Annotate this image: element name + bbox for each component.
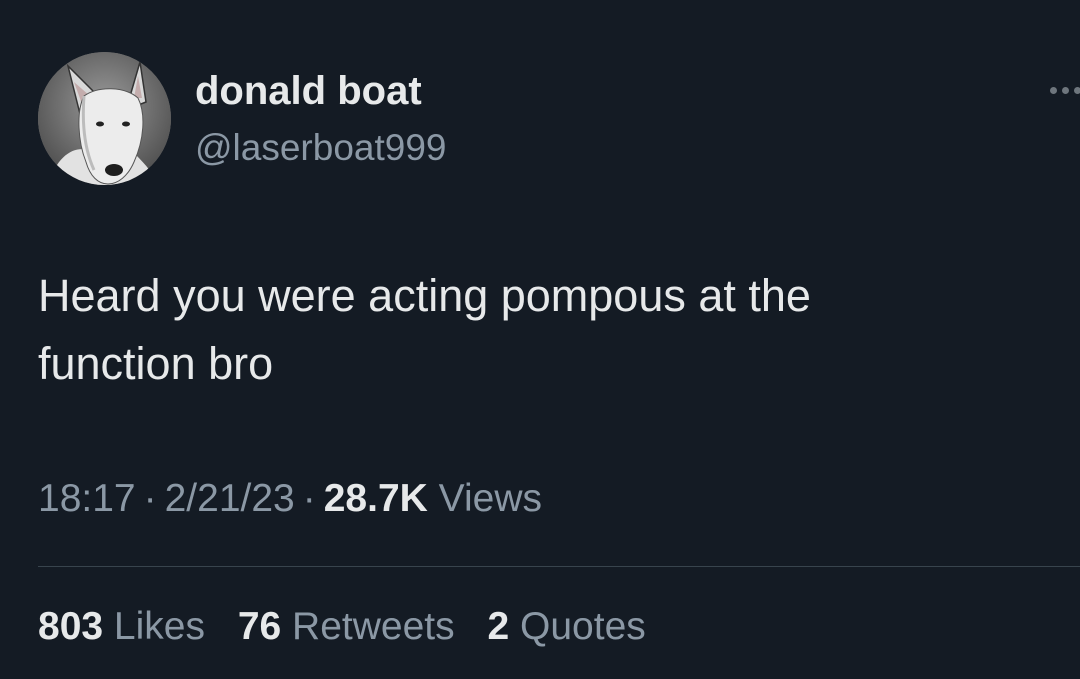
quotes-stat[interactable]: 2 Quotes: [487, 602, 645, 652]
meta-separator: ·: [143, 477, 157, 520]
avatar[interactable]: [38, 52, 171, 185]
tweet-meta: 18:17 · 2/21/23 · 28.7K Views: [38, 474, 542, 524]
tweet-text-line: Heard you were acting pompous at the: [38, 270, 811, 321]
likes-stat[interactable]: 803 Likes: [38, 602, 205, 652]
more-dots-icon: [1062, 87, 1069, 94]
more-dots-icon: [1050, 87, 1057, 94]
views-label: Views: [438, 477, 542, 520]
user-handle[interactable]: @laserboat999: [195, 126, 447, 170]
likes-label: Likes: [113, 605, 205, 648]
likes-count: 803: [38, 605, 104, 648]
retweets-label: Retweets: [292, 605, 455, 648]
more-dots-icon: [1074, 87, 1080, 94]
display-name[interactable]: donald boat: [195, 68, 422, 114]
tweet-card: donald boat @laserboat999 Heard you were…: [0, 0, 1080, 679]
tweet-date[interactable]: 2/21/23: [165, 477, 295, 520]
quotes-label: Quotes: [520, 605, 646, 648]
quotes-count: 2: [487, 605, 510, 648]
bull-terrier-avatar-icon: [38, 52, 171, 185]
more-options-button[interactable]: [1040, 76, 1080, 106]
tweet-text: Heard you were acting pompous at the fun…: [38, 262, 1038, 398]
retweets-count: 76: [237, 605, 282, 648]
tweet-text-line: function bro: [38, 338, 274, 389]
meta-separator: ·: [302, 477, 316, 520]
retweets-stat[interactable]: 76 Retweets: [238, 602, 455, 652]
views-count: 28.7K: [323, 477, 428, 520]
divider: [38, 566, 1080, 567]
engagement-stats: 803 Likes 76 Retweets 2 Quotes: [38, 602, 668, 652]
tweet-time[interactable]: 18:17: [38, 477, 136, 520]
